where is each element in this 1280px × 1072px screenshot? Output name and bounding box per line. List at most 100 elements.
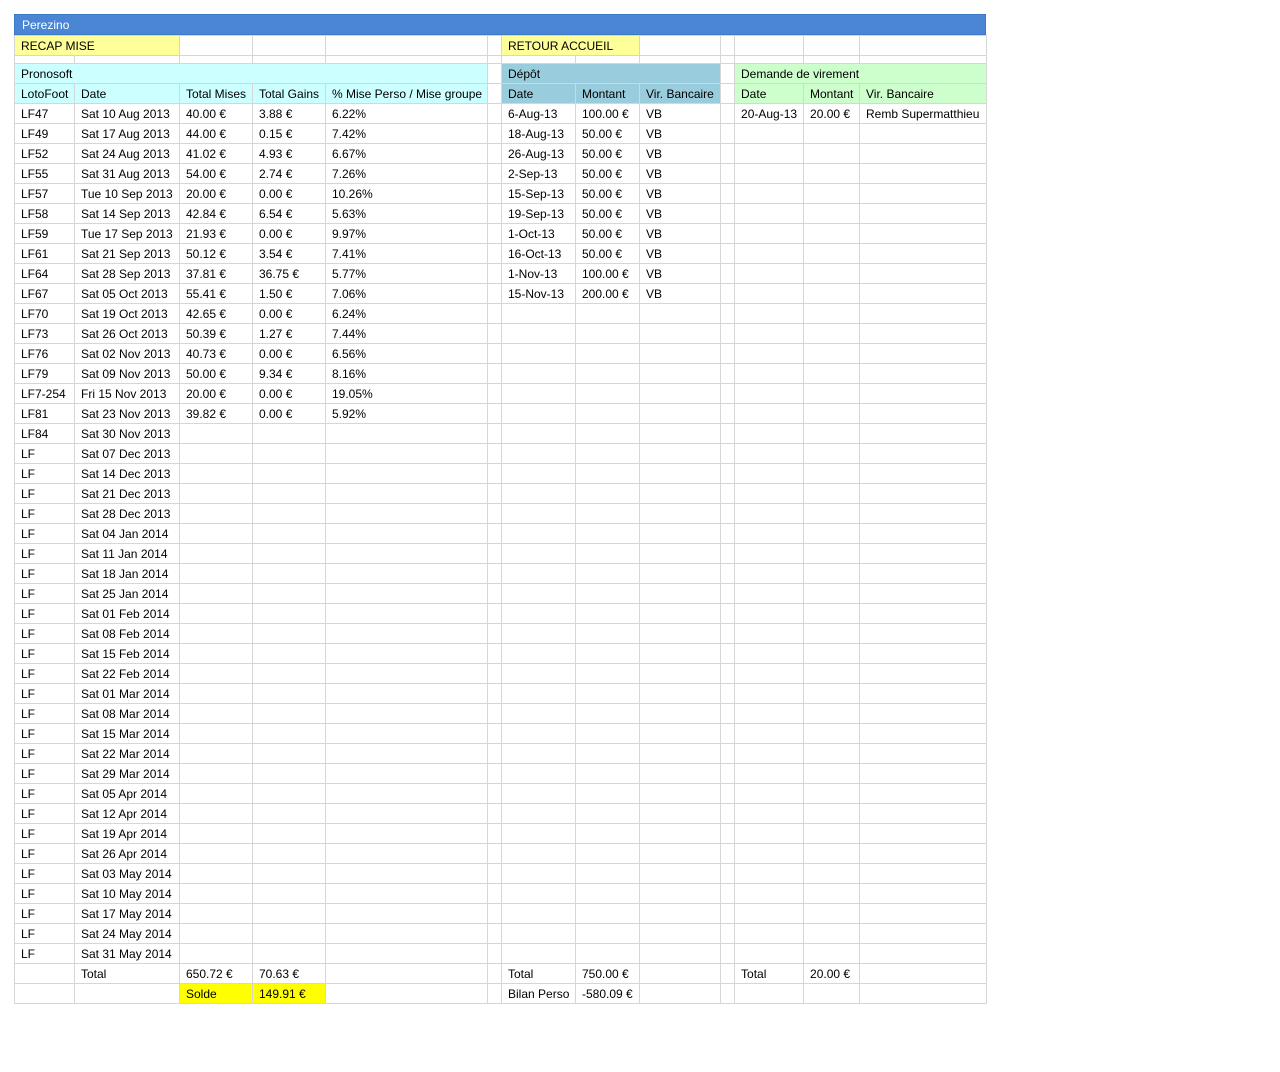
empty-cell[interactable]: [14, 55, 75, 64]
cell-virement-montant[interactable]: [803, 603, 861, 624]
cell-depot-montant[interactable]: [574, 783, 641, 804]
cell-virement-date[interactable]: [734, 263, 805, 284]
cell-lotofoot[interactable]: LF: [14, 663, 75, 684]
cell-date[interactable]: Sat 14 Sep 2013: [74, 203, 180, 224]
cell-total-mises[interactable]: 40.00 €: [179, 103, 253, 124]
cell-depot-date[interactable]: [501, 923, 576, 944]
cell-virement-vir[interactable]: [859, 123, 988, 144]
cell-depot-vir[interactable]: [639, 883, 722, 904]
cell-virement-vir[interactable]: [859, 623, 988, 644]
empty-cell[interactable]: [720, 55, 736, 64]
depot-total-label[interactable]: Total: [501, 963, 576, 984]
cell-virement-date[interactable]: [734, 383, 805, 404]
empty-cell[interactable]: [487, 443, 502, 464]
cell-lotofoot[interactable]: LF: [14, 823, 75, 844]
cell-total-gains[interactable]: 2.74 €: [252, 163, 326, 184]
bilan-perso-label[interactable]: Bilan Perso: [501, 983, 576, 1004]
cell-depot-vir[interactable]: [639, 643, 722, 664]
cell-virement-vir[interactable]: [859, 423, 988, 444]
cell-virement-date[interactable]: [734, 943, 805, 964]
empty-cell[interactable]: [639, 983, 722, 1004]
cell-depot-montant[interactable]: [574, 943, 641, 964]
cell-mise-percent[interactable]: [325, 483, 488, 504]
cell-virement-date[interactable]: [734, 623, 805, 644]
empty-cell[interactable]: [487, 503, 502, 524]
cell-total-mises[interactable]: [179, 463, 253, 484]
cell-virement-montant[interactable]: [803, 483, 861, 504]
empty-cell[interactable]: [720, 543, 736, 564]
cell-date[interactable]: Sat 18 Jan 2014: [74, 563, 180, 584]
cell-date[interactable]: Tue 10 Sep 2013: [74, 183, 180, 204]
empty-cell[interactable]: [487, 823, 502, 844]
cell-mise-percent[interactable]: [325, 723, 488, 744]
cell-depot-date[interactable]: [501, 703, 576, 724]
empty-cell[interactable]: [720, 883, 736, 904]
cell-depot-montant[interactable]: [574, 483, 641, 504]
empty-cell[interactable]: [803, 983, 861, 1004]
cell-date[interactable]: Sat 01 Feb 2014: [74, 603, 180, 624]
cell-depot-date[interactable]: [501, 763, 576, 784]
cell-depot-date[interactable]: [501, 803, 576, 824]
cell-date[interactable]: Sat 25 Jan 2014: [74, 583, 180, 604]
cell-virement-date[interactable]: [734, 463, 805, 484]
cell-depot-date[interactable]: [501, 463, 576, 484]
cell-virement-date[interactable]: [734, 123, 805, 144]
cell-date[interactable]: Sat 21 Dec 2013: [74, 483, 180, 504]
cell-virement-vir[interactable]: [859, 883, 988, 904]
cell-depot-date[interactable]: [501, 543, 576, 564]
cell-virement-date[interactable]: [734, 703, 805, 724]
cell-date[interactable]: Sat 31 Aug 2013: [74, 163, 180, 184]
empty-cell[interactable]: [487, 223, 502, 244]
cell-depot-vir[interactable]: [639, 443, 722, 464]
cell-depot-date[interactable]: [501, 843, 576, 864]
empty-cell[interactable]: [720, 503, 736, 524]
empty-cell[interactable]: [720, 443, 736, 464]
empty-cell[interactable]: [720, 943, 736, 964]
cell-depot-montant[interactable]: [574, 523, 641, 544]
cell-total-mises[interactable]: [179, 763, 253, 784]
cell-virement-date[interactable]: [734, 503, 805, 524]
cell-total-gains[interactable]: [252, 503, 326, 524]
cell-lotofoot[interactable]: LF59: [14, 223, 75, 244]
empty-cell[interactable]: [487, 783, 502, 804]
cell-depot-date[interactable]: [501, 363, 576, 384]
cell-total-gains[interactable]: 0.15 €: [252, 123, 326, 144]
empty-cell[interactable]: [720, 243, 736, 264]
cell-total-mises[interactable]: 39.82 €: [179, 403, 253, 424]
cell-lotofoot[interactable]: LF: [14, 883, 75, 904]
cell-lotofoot[interactable]: LF: [14, 743, 75, 764]
cell-total-mises[interactable]: [179, 643, 253, 664]
cell-lotofoot[interactable]: LF81: [14, 403, 75, 424]
cell-depot-date[interactable]: [501, 683, 576, 704]
cell-depot-date[interactable]: [501, 883, 576, 904]
empty-cell[interactable]: [487, 263, 502, 284]
cell-virement-montant[interactable]: [803, 283, 861, 304]
empty-cell[interactable]: [487, 663, 502, 684]
cell-depot-montant[interactable]: [574, 443, 641, 464]
cell-depot-montant[interactable]: 50.00 €: [574, 163, 641, 184]
cell-depot-montant[interactable]: [574, 823, 641, 844]
empty-cell[interactable]: [720, 563, 736, 584]
cell-date[interactable]: Sat 21 Sep 2013: [74, 243, 180, 264]
cell-mise-percent[interactable]: [325, 563, 488, 584]
cell-mise-percent[interactable]: 7.42%: [325, 123, 488, 144]
empty-cell[interactable]: [487, 323, 502, 344]
recap-mise-button[interactable]: RECAP MISE: [14, 35, 180, 56]
cell-lotofoot[interactable]: LF: [14, 703, 75, 724]
cell-virement-montant[interactable]: [803, 443, 861, 464]
cell-total-gains[interactable]: 3.88 €: [252, 103, 326, 124]
empty-cell[interactable]: [487, 543, 502, 564]
cell-lotofoot[interactable]: LF64: [14, 263, 75, 284]
cell-depot-vir[interactable]: [639, 483, 722, 504]
cell-total-mises[interactable]: 44.00 €: [179, 123, 253, 144]
virement-total-value[interactable]: 20.00 €: [803, 963, 861, 984]
cell-mise-percent[interactable]: 9.97%: [325, 223, 488, 244]
cell-date[interactable]: Sat 26 Apr 2014: [74, 843, 180, 864]
empty-cell[interactable]: [487, 623, 502, 644]
cell-depot-montant[interactable]: 100.00 €: [574, 103, 641, 124]
cell-total-mises[interactable]: [179, 783, 253, 804]
cell-mise-percent[interactable]: [325, 423, 488, 444]
cell-mise-percent[interactable]: 5.77%: [325, 263, 488, 284]
empty-cell[interactable]: [720, 923, 736, 944]
cell-depot-date[interactable]: 1-Oct-13: [501, 223, 576, 244]
